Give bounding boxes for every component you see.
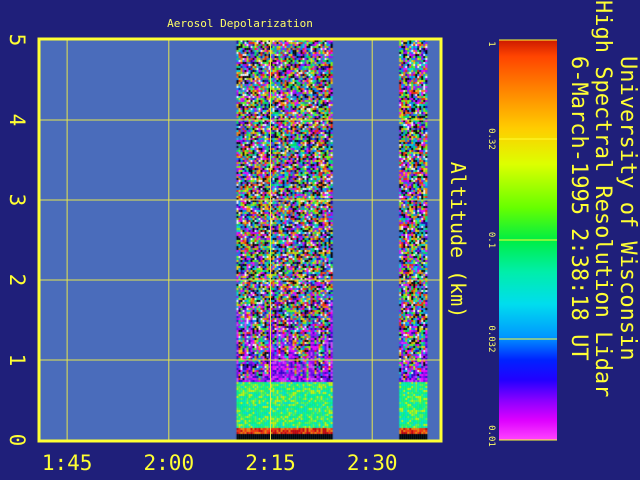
y-axis-label: Altitude (km) [446,162,470,319]
x-tick-label: 2:15 [245,451,296,475]
institution-label: University of Wisconsin [615,56,640,361]
chart-overlay: 1:45 2:00 2:15 2:30 012345 Altitude (km) 10… [5,0,640,475]
colorbar-tick-label: 0.1 [486,232,496,248]
grid-lines [40,40,440,440]
date-time-label: 6-March-1995 2:38:18 UT [566,56,591,361]
y-tick-label: 3 [5,194,29,207]
colorbar-tick-label: 0.032 [486,325,496,352]
colorbar-tick-label: 0.01 [486,425,496,447]
y-axis-ticks: 0 1 2 3 4 5 [5,34,29,447]
x-tick-label: 2:30 [347,451,398,475]
x-tick-label: 1:45 [42,451,93,475]
y-tick-label: 0 [5,434,29,447]
y-tick-label: 2 [5,274,29,287]
x-axis-ticks: 1:45 2:00 2:15 2:30 [42,451,398,475]
instrument-label: High Spectral Resolution Lidar [590,0,615,397]
colorbar-tick-label: 1 [486,41,496,46]
plot-frame [37,37,443,443]
colorbar-tick-label: 0.32 [486,128,496,150]
y-tick-label: 1 [5,354,29,367]
x-tick-label: 2:00 [144,451,195,475]
y-tick-label: 4 [5,114,29,127]
y-tick-label: 5 [5,34,29,47]
